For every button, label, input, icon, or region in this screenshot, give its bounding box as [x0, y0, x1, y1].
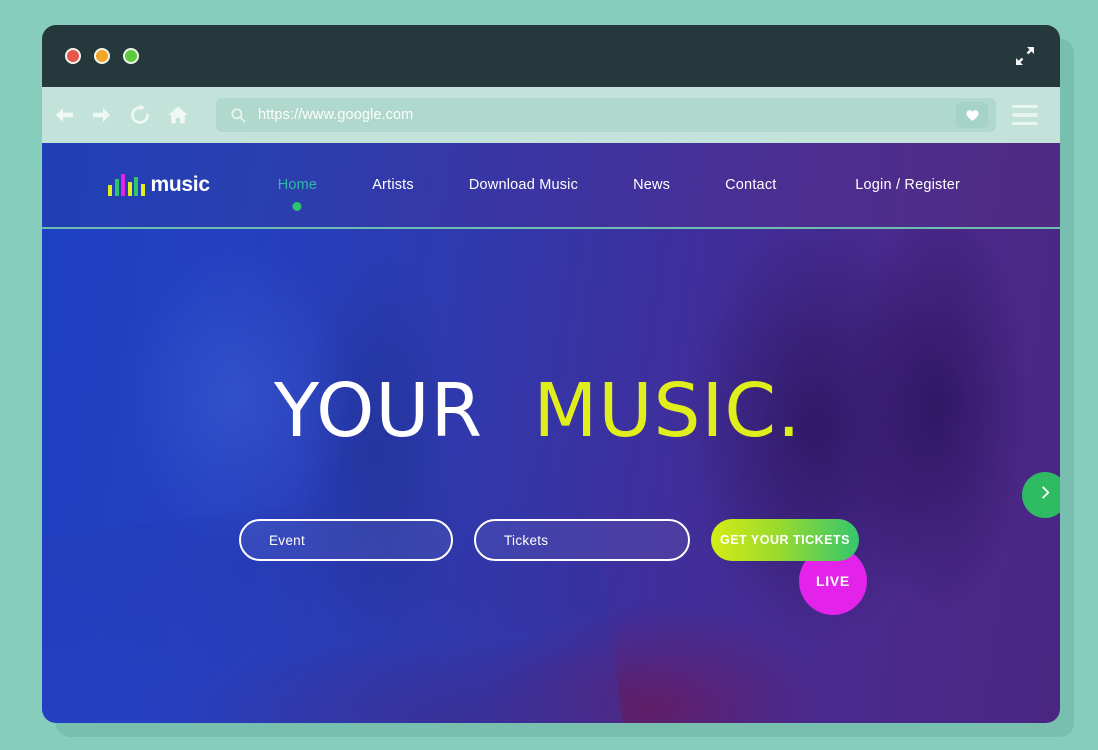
minimize-window-button[interactable]	[94, 48, 110, 64]
home-icon[interactable]	[166, 103, 190, 127]
address-bar[interactable]: https://www.google.com	[216, 98, 996, 132]
login-register-link[interactable]: Login / Register	[855, 177, 960, 193]
nav-item-download-music[interactable]: Download Music	[469, 177, 578, 193]
event-field[interactable]: Event	[239, 519, 453, 561]
hero-headline: YOUR MUSIC.	[274, 374, 802, 448]
headline-part-two: MUSIC.	[533, 368, 802, 454]
site-navbar: music Home Artists Download Music News C…	[42, 143, 1060, 229]
back-arrow-icon[interactable]	[52, 103, 76, 127]
expand-arrows-icon[interactable]	[1012, 43, 1038, 69]
event-field-value: Event	[269, 532, 306, 548]
tickets-field[interactable]: Tickets	[474, 519, 690, 561]
browser-window: https://www.google.com music Home Artist…	[42, 25, 1060, 723]
nav-menu: Home Artists Download Music News Contact	[277, 177, 777, 211]
hero-actions: Event Tickets GET YOUR TICKETS	[239, 519, 859, 561]
tickets-field-value: Tickets	[504, 532, 549, 548]
site-logo[interactable]: music	[108, 173, 210, 197]
url-text[interactable]: https://www.google.com	[258, 107, 956, 123]
close-window-button[interactable]	[65, 48, 81, 64]
logo-text: music	[150, 173, 211, 196]
nav-item-artists[interactable]: Artists	[372, 177, 414, 193]
headline-part-one: YOUR	[274, 368, 483, 454]
equalizer-bars-icon	[108, 174, 145, 196]
browser-titlebar	[42, 25, 1060, 87]
nav-item-contact[interactable]: Contact	[725, 177, 776, 193]
browser-toolbar: https://www.google.com	[42, 87, 1060, 143]
get-your-tickets-button[interactable]: GET YOUR TICKETS	[711, 519, 859, 561]
nav-item-home[interactable]: Home	[277, 177, 318, 211]
nav-item-home-label: Home	[277, 177, 318, 193]
hero-section: LIVE YOUR MUSIC. Event Tickets GET YOUR …	[42, 229, 1060, 723]
active-indicator-dot	[292, 202, 302, 211]
maximize-window-button[interactable]	[123, 48, 139, 64]
window-controls	[65, 48, 139, 64]
nav-item-news[interactable]: News	[633, 177, 670, 193]
next-slide-button[interactable]	[1022, 472, 1060, 518]
chevron-right-icon	[1038, 485, 1053, 505]
reload-icon[interactable]	[128, 103, 152, 127]
heart-icon[interactable]	[956, 102, 988, 128]
forward-arrow-icon[interactable]	[90, 103, 114, 127]
hamburger-menu-icon[interactable]	[1012, 105, 1038, 125]
search-icon	[230, 107, 246, 123]
